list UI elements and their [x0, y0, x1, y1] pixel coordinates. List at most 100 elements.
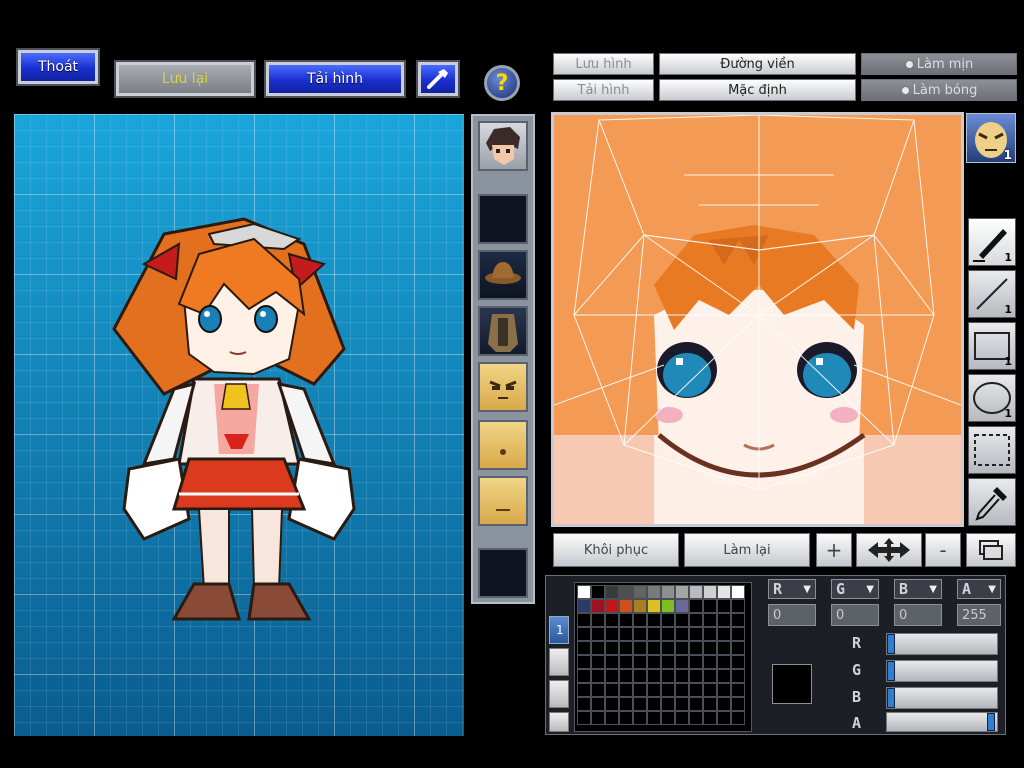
empty-swatch[interactable] — [675, 627, 689, 641]
empty-swatch[interactable] — [605, 641, 619, 655]
empty-swatch[interactable] — [647, 627, 661, 641]
color-swatch[interactable] — [591, 585, 605, 599]
empty-swatch[interactable] — [633, 627, 647, 641]
help-button[interactable]: ? — [484, 65, 520, 101]
a-value-field[interactable]: 255 — [957, 604, 1001, 626]
empty-swatch[interactable] — [577, 669, 591, 683]
color-swatch[interactable] — [675, 599, 689, 613]
empty-swatch[interactable] — [633, 613, 647, 627]
empty-swatch[interactable] — [591, 655, 605, 669]
empty-swatch[interactable] — [689, 697, 703, 711]
empty-swatch[interactable] — [689, 613, 703, 627]
empty-swatch[interactable] — [703, 683, 717, 697]
empty-swatch[interactable] — [605, 711, 619, 725]
texture-editor-canvas[interactable] — [551, 112, 964, 527]
empty-swatch[interactable] — [703, 627, 717, 641]
a-slider-handle[interactable] — [987, 713, 995, 731]
empty-swatch[interactable] — [647, 683, 661, 697]
palette-tab-1[interactable]: 1 — [549, 616, 569, 644]
character-preview[interactable] — [14, 114, 464, 736]
hammer-button[interactable] — [416, 60, 460, 98]
empty-swatch[interactable] — [661, 669, 675, 683]
move-button[interactable] — [856, 533, 922, 567]
zoom-out-button[interactable]: - — [925, 533, 961, 567]
empty-swatch[interactable] — [647, 641, 661, 655]
color-swatch[interactable] — [661, 585, 675, 599]
empty-swatch[interactable] — [619, 627, 633, 641]
empty-swatch[interactable] — [675, 683, 689, 697]
color-swatch[interactable] — [675, 585, 689, 599]
empty-swatch[interactable] — [703, 641, 717, 655]
redo-button[interactable]: Làm lại — [684, 533, 810, 567]
empty-swatch[interactable] — [689, 655, 703, 669]
layers-button[interactable] — [966, 533, 1016, 567]
empty-swatch[interactable] — [577, 683, 591, 697]
color-swatch[interactable] — [619, 585, 633, 599]
empty-swatch[interactable] — [633, 697, 647, 711]
color-swatch[interactable] — [703, 585, 717, 599]
empty-swatch[interactable] — [633, 683, 647, 697]
load-image-button[interactable]: Tải hình — [264, 60, 406, 98]
empty-swatch[interactable] — [675, 613, 689, 627]
shade-toggle[interactable]: Làm bóng — [861, 79, 1017, 101]
color-swatch[interactable] — [619, 599, 633, 613]
color-swatch[interactable] — [577, 585, 591, 599]
part-slot-face-1[interactable] — [478, 362, 528, 412]
save-button[interactable]: Lưu lại — [114, 60, 256, 98]
empty-swatch[interactable] — [717, 669, 731, 683]
swatch-grid[interactable] — [574, 582, 752, 732]
empty-swatch[interactable] — [633, 641, 647, 655]
empty-swatch[interactable] — [703, 655, 717, 669]
empty-swatch[interactable] — [619, 641, 633, 655]
color-swatch[interactable] — [689, 585, 703, 599]
empty-swatch[interactable] — [689, 711, 703, 725]
empty-swatch[interactable] — [619, 669, 633, 683]
empty-swatch[interactable] — [591, 683, 605, 697]
empty-swatch[interactable] — [731, 711, 745, 725]
empty-swatch[interactable] — [689, 641, 703, 655]
empty-swatch[interactable] — [675, 641, 689, 655]
smooth-toggle[interactable]: Làm mịn — [861, 53, 1017, 75]
empty-swatch[interactable] — [661, 655, 675, 669]
empty-swatch[interactable] — [577, 711, 591, 725]
empty-swatch[interactable] — [577, 641, 591, 655]
selection-tool[interactable] — [968, 426, 1016, 474]
ellipse-tool[interactable]: 1 — [968, 374, 1016, 422]
restore-button[interactable]: Khôi phục — [553, 533, 679, 567]
empty-swatch[interactable] — [633, 669, 647, 683]
empty-swatch[interactable] — [731, 683, 745, 697]
pen-tool[interactable]: 1 — [968, 218, 1016, 266]
empty-swatch[interactable] — [619, 697, 633, 711]
color-swatch[interactable] — [591, 599, 605, 613]
save-image-button[interactable]: Lưu hình — [553, 53, 654, 75]
palette-tab-4[interactable] — [549, 712, 569, 732]
empty-swatch[interactable] — [675, 697, 689, 711]
empty-swatch[interactable] — [661, 711, 675, 725]
empty-swatch[interactable] — [717, 697, 731, 711]
part-slot-face-2[interactable] — [478, 420, 528, 470]
empty-swatch[interactable] — [731, 613, 745, 627]
empty-swatch[interactable] — [605, 697, 619, 711]
b-slider-handle[interactable] — [887, 688, 895, 708]
empty-swatch[interactable] — [703, 669, 717, 683]
g-slider[interactable] — [886, 660, 998, 682]
part-slot-head[interactable] — [478, 121, 528, 171]
empty-swatch[interactable] — [717, 613, 731, 627]
b-channel-select[interactable]: B ▼ — [894, 579, 942, 599]
empty-swatch[interactable] — [675, 669, 689, 683]
line-tool[interactable]: 1 — [968, 270, 1016, 318]
empty-swatch[interactable] — [661, 641, 675, 655]
color-swatch[interactable] — [633, 585, 647, 599]
empty-swatch[interactable] — [619, 683, 633, 697]
empty-swatch[interactable] — [647, 711, 661, 725]
empty-swatch[interactable] — [605, 627, 619, 641]
g-value-field[interactable]: 0 — [831, 604, 879, 626]
rectangle-tool[interactable]: 1 — [968, 322, 1016, 370]
empty-swatch[interactable] — [731, 599, 745, 613]
empty-swatch[interactable] — [619, 711, 633, 725]
empty-swatch[interactable] — [731, 697, 745, 711]
part-slot-face-3[interactable] — [478, 476, 528, 526]
empty-swatch[interactable] — [605, 655, 619, 669]
empty-swatch[interactable] — [591, 669, 605, 683]
color-swatch[interactable] — [633, 599, 647, 613]
